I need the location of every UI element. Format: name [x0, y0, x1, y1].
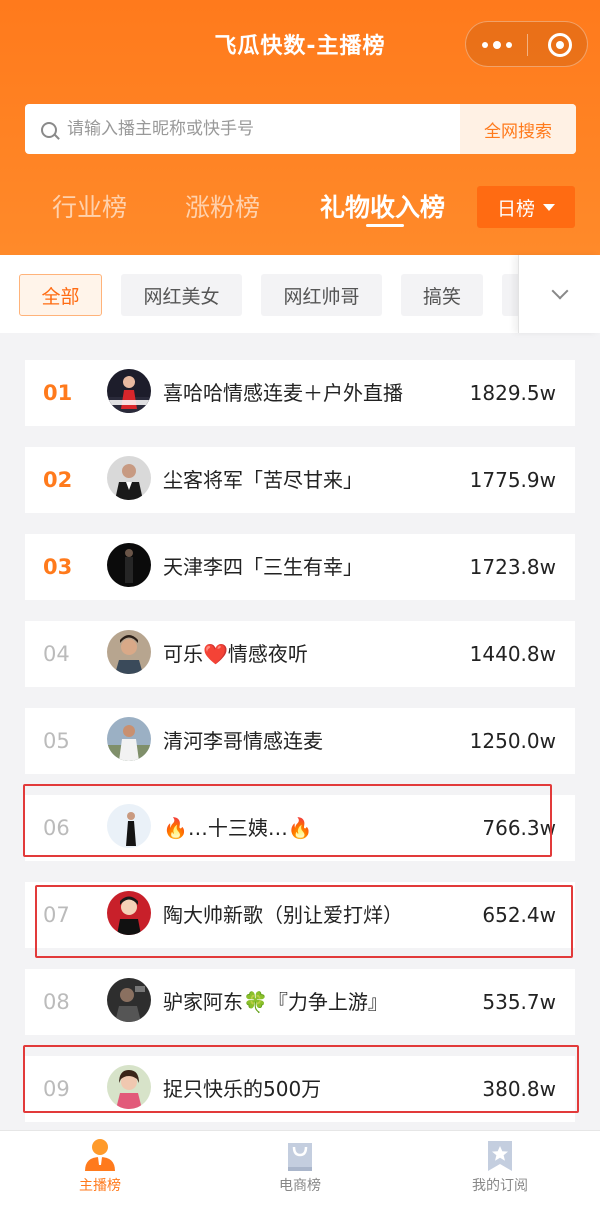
category-beauty[interactable]: 网红美女 [121, 274, 242, 316]
mini-program-capsule [465, 21, 588, 67]
star-bookmark-icon [488, 1141, 512, 1171]
nav-anchor-rank[interactable]: 主播榜 [0, 1131, 200, 1224]
anchor-person-icon [85, 1139, 115, 1171]
highlight-box [35, 885, 573, 958]
category-funny[interactable]: 搞笑 [401, 274, 483, 316]
nav-my-subscriptions[interactable]: 我的订阅 [400, 1131, 600, 1224]
anchor-name: 驴家阿东🍀『力争上游』 [163, 990, 388, 1014]
anchor-name: 天津李四「三生有幸」 [163, 555, 363, 579]
list-item[interactable]: 08 驴家阿东🍀『力争上游』 535.7w [25, 969, 575, 1035]
highlight-box [23, 1045, 579, 1113]
period-label: 日榜 [496, 197, 535, 220]
tab-fans-growth[interactable]: 涨粉榜 [185, 188, 260, 224]
rank-number: 02 [43, 468, 73, 492]
header: 飞瓜快数-主播榜 全网搜索 行业榜 涨粉榜 礼物收入榜 日榜 [0, 0, 600, 255]
close-target-icon[interactable] [548, 33, 572, 57]
rank-number: 01 [43, 381, 73, 405]
active-tab-indicator [366, 224, 404, 227]
tab-gift-income[interactable]: 礼物收入榜 [320, 188, 445, 224]
avatar [107, 456, 151, 500]
gift-income-value: 1440.8w [469, 642, 556, 666]
period-dropdown[interactable]: 日榜 [477, 186, 575, 228]
nav-label: 电商榜 [279, 1178, 321, 1194]
gift-income-value: 1775.9w [469, 468, 556, 492]
list-item[interactable]: 03 天津李四「三生有幸」 1723.8w [25, 534, 575, 600]
avatar [107, 978, 151, 1022]
search-bar: 全网搜索 [25, 104, 576, 154]
tab-industry[interactable]: 行业榜 [52, 188, 127, 224]
list-item[interactable]: 05 清河李哥情感连麦 1250.0w [25, 708, 575, 774]
gift-income-value: 535.7w [482, 990, 556, 1014]
nav-label: 主播榜 [79, 1178, 121, 1194]
gift-income-value: 1829.5w [469, 381, 556, 405]
capsule-divider [527, 34, 528, 56]
rank-number: 08 [43, 990, 70, 1014]
avatar [107, 369, 151, 413]
rank-number: 03 [43, 555, 73, 579]
category-filter-bar: 全部 网红美女 网红帅哥 搞笑 [0, 255, 600, 333]
gift-income-value: 1723.8w [469, 555, 556, 579]
rank-number: 04 [43, 642, 70, 666]
avatar [107, 717, 151, 761]
anchor-name: 清河李哥情感连麦 [163, 729, 323, 753]
shopping-bag-icon [288, 1143, 312, 1171]
category-all[interactable]: 全部 [19, 274, 102, 316]
search-all-button[interactable]: 全网搜索 [460, 104, 576, 154]
nav-ecommerce-rank[interactable]: 电商榜 [200, 1131, 400, 1224]
anchor-name: 喜哈哈情感连麦＋户外直播 [163, 381, 403, 405]
search-icon [41, 122, 57, 138]
more-icon[interactable] [466, 22, 527, 68]
highlight-box [23, 784, 552, 857]
gift-income-value: 1250.0w [469, 729, 556, 753]
anchor-name: 可乐❤️情感夜听 [163, 642, 308, 666]
nav-label: 我的订阅 [472, 1178, 528, 1194]
search-input[interactable] [67, 104, 477, 154]
caret-down-icon [543, 203, 555, 211]
anchor-name: 尘客将军「苦尽甘来」 [163, 468, 363, 492]
list-item[interactable]: 04 可乐❤️情感夜听 1440.8w [25, 621, 575, 687]
list-item[interactable]: 01 喜哈哈情感连麦＋户外直播 1829.5w [25, 360, 575, 426]
avatar [107, 543, 151, 587]
category-handsome[interactable]: 网红帅哥 [261, 274, 382, 316]
rank-number: 05 [43, 729, 70, 753]
list-item[interactable]: 02 尘客将军「苦尽甘来」 1775.9w [25, 447, 575, 513]
bottom-tab-bar: 主播榜 电商榜 我的订阅 [0, 1130, 600, 1224]
avatar [107, 630, 151, 674]
